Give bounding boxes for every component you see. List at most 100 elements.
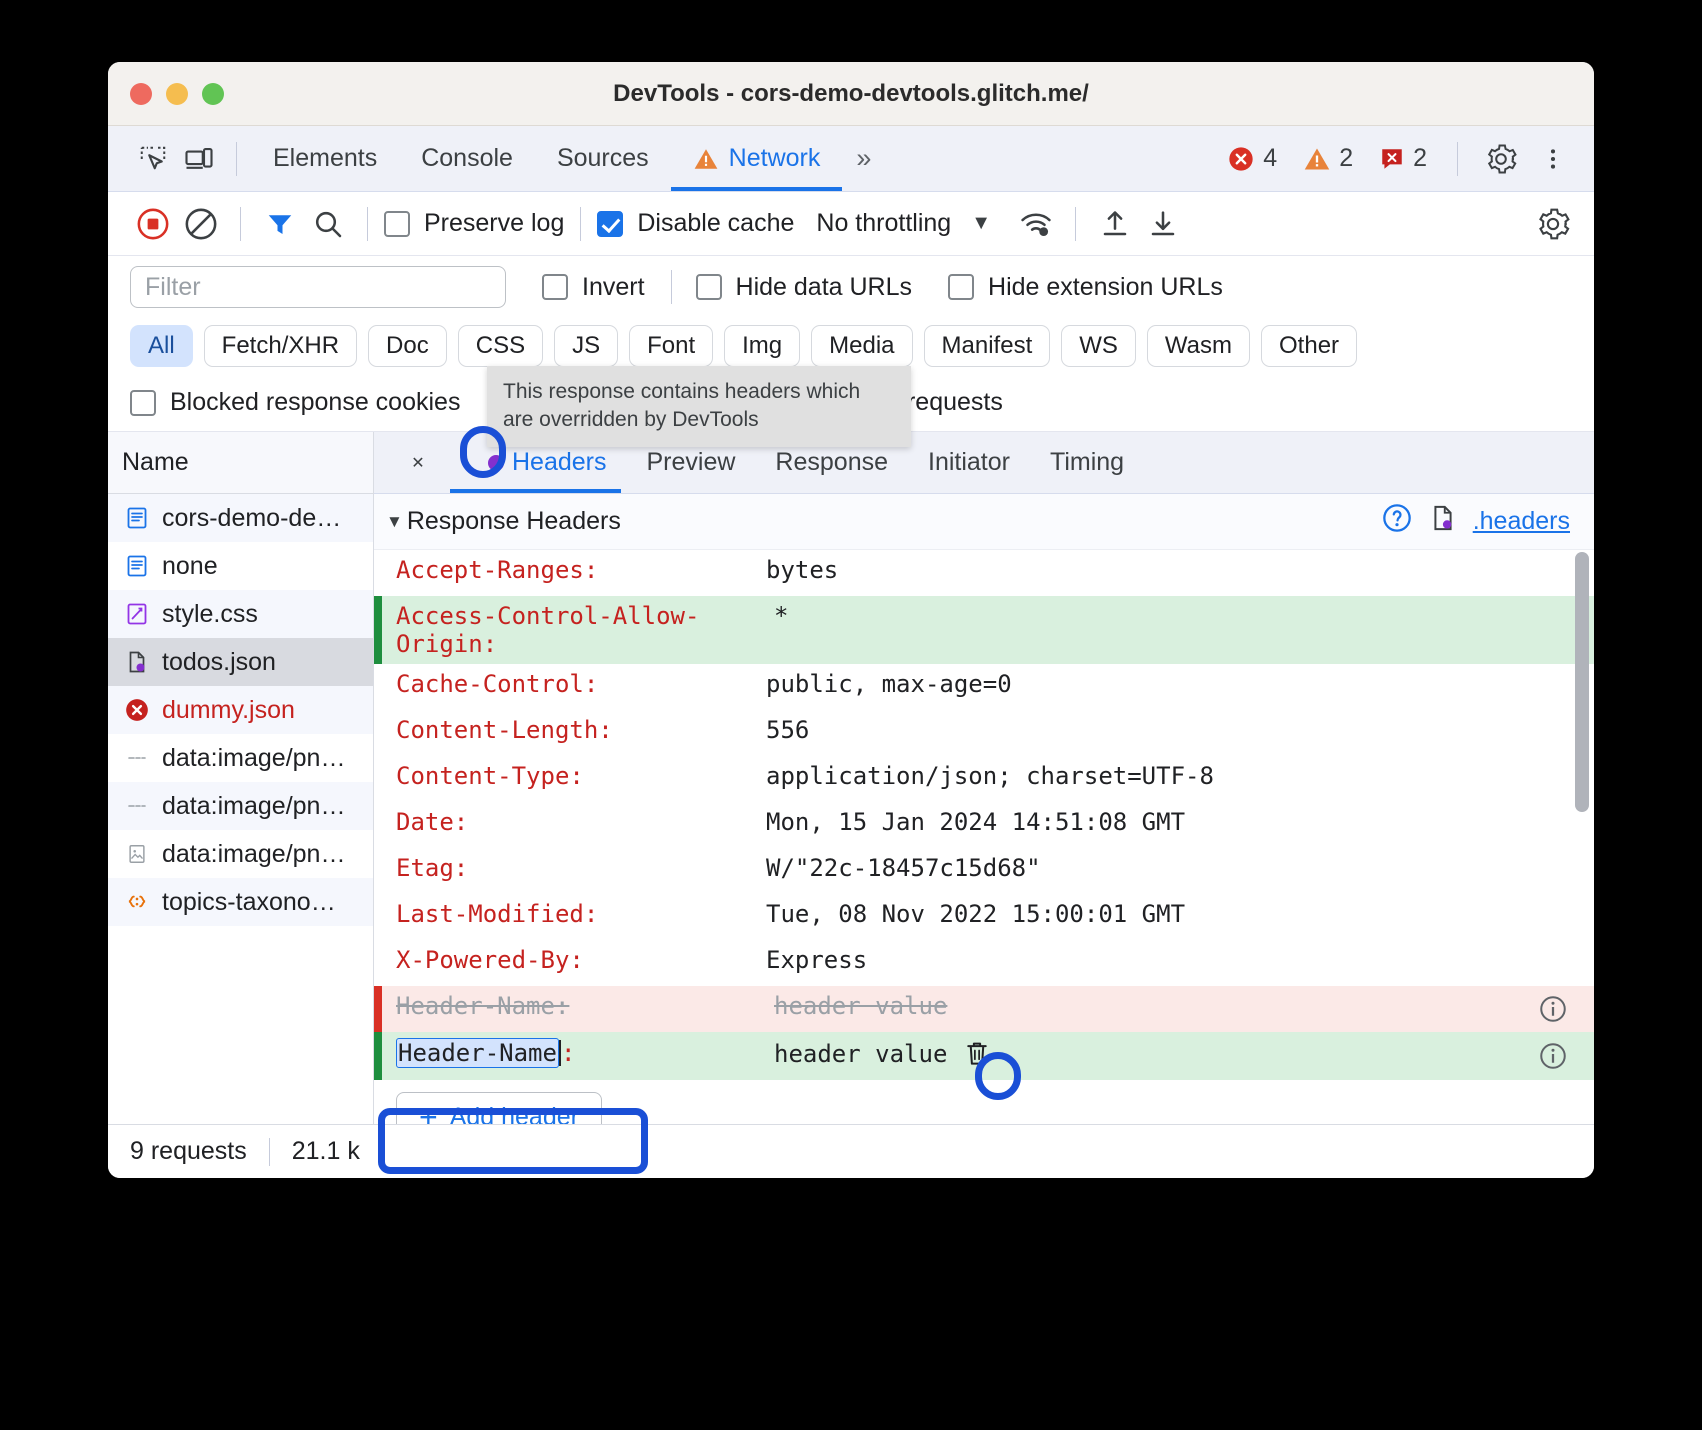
list-item[interactable]: data:image/pn… xyxy=(108,830,373,878)
minimize-window-button[interactable] xyxy=(166,83,188,105)
headers-file-link[interactable]: .headers xyxy=(1473,507,1570,536)
toolbar-divider-6 xyxy=(1075,207,1076,241)
download-har-icon[interactable] xyxy=(1140,201,1186,247)
device-toolbar-icon[interactable] xyxy=(176,136,222,182)
throttling-select[interactable]: No throttling xyxy=(816,209,951,238)
preserve-log-box[interactable] xyxy=(384,211,410,237)
preserve-log-checkbox[interactable]: Preserve log xyxy=(384,209,564,238)
document-icon xyxy=(124,553,150,579)
info-icon[interactable] xyxy=(1538,994,1568,1024)
clear-icon[interactable] xyxy=(178,201,224,247)
filter-icon[interactable] xyxy=(257,201,303,247)
more-tabs-chevron-icon[interactable]: » xyxy=(842,143,885,174)
chip-all[interactable]: All xyxy=(130,325,193,367)
header-name-input[interactable]: Header-Name xyxy=(396,1038,559,1068)
requests-list: cors-demo-de… none xyxy=(108,494,373,1124)
chip-js[interactable]: JS xyxy=(554,325,618,367)
chip-doc[interactable]: Doc xyxy=(368,325,447,367)
invert-box[interactable] xyxy=(542,274,568,300)
chip-ws[interactable]: WS xyxy=(1061,325,1136,367)
close-window-button[interactable] xyxy=(130,83,152,105)
trash-icon[interactable] xyxy=(962,1038,1002,1074)
header-value-editable[interactable]: header value xyxy=(774,1038,1594,1074)
gear-icon[interactable] xyxy=(1478,136,1524,182)
header-row: Last-Modified: Tue, 08 Nov 2022 15:00:01… xyxy=(374,894,1594,940)
search-icon[interactable] xyxy=(305,201,351,247)
window-controls[interactable] xyxy=(108,83,224,105)
upload-har-icon[interactable] xyxy=(1092,201,1138,247)
tab-network[interactable]: Network xyxy=(671,126,843,191)
requests-column-header: Name xyxy=(108,432,373,494)
network-settings-gear-icon[interactable] xyxy=(1530,201,1576,247)
network-conditions-icon[interactable] xyxy=(1013,201,1059,247)
inspect-element-icon[interactable] xyxy=(130,136,176,182)
header-name: Header-Name: xyxy=(382,992,774,1020)
filter-input[interactable]: Filter xyxy=(130,266,506,308)
request-detail-pane: ✕ Headers Preview Response Initiator Tim… xyxy=(374,432,1594,1124)
chip-manifest[interactable]: Manifest xyxy=(924,325,1051,367)
list-item[interactable]: style.css xyxy=(108,590,373,638)
record-stop-icon[interactable] xyxy=(130,201,176,247)
more-options-icon[interactable] xyxy=(1530,136,1576,182)
error-counter[interactable]: 4 xyxy=(1217,144,1287,173)
header-name-editable[interactable]: Header-Name: xyxy=(382,1038,774,1068)
chip-font[interactable]: Font xyxy=(629,325,713,367)
tab-timing-label: Timing xyxy=(1050,448,1124,477)
disable-cache-checkbox[interactable]: Disable cache xyxy=(597,209,794,238)
tab-sources[interactable]: Sources xyxy=(535,126,671,191)
warning-counter[interactable]: 2 xyxy=(1293,144,1363,173)
disable-cache-box[interactable] xyxy=(597,211,623,237)
chip-css[interactable]: CSS xyxy=(458,325,543,367)
disable-cache-label: Disable cache xyxy=(637,209,794,238)
blocked-response-cookies-checkbox[interactable]: Blocked response cookies xyxy=(130,388,460,417)
chip-img[interactable]: Img xyxy=(724,325,800,367)
tab-timing[interactable]: Timing xyxy=(1030,432,1144,493)
transferred-size: 21.1 k xyxy=(292,1137,360,1166)
list-item[interactable]: cors-demo-de… xyxy=(108,494,373,542)
header-row-editing[interactable]: Header-Name: header value xyxy=(374,1032,1594,1080)
hide-extension-urls-box[interactable] xyxy=(948,274,974,300)
tab-elements[interactable]: Elements xyxy=(251,126,399,191)
list-item[interactable]: data:image/pn… xyxy=(108,782,373,830)
chip-media[interactable]: Media xyxy=(811,325,912,367)
list-item-dummy-json[interactable]: dummy.json xyxy=(108,686,373,734)
info-icon[interactable] xyxy=(1538,1041,1568,1071)
chevron-down-icon[interactable]: ▼ xyxy=(971,212,991,235)
hide-data-urls-checkbox[interactable]: Hide data URLs xyxy=(696,273,912,302)
chip-other[interactable]: Other xyxy=(1261,325,1357,367)
tab-elements-label: Elements xyxy=(273,144,377,173)
add-header-row: + Add header xyxy=(374,1080,1594,1124)
hide-data-urls-box[interactable] xyxy=(696,274,722,300)
headers-file-icon[interactable] xyxy=(1429,503,1457,540)
response-headers-title: Response Headers xyxy=(407,507,621,536)
preserve-log-label: Preserve log xyxy=(424,209,564,238)
chip-wasm[interactable]: Wasm xyxy=(1147,325,1250,367)
add-header-label: Add header xyxy=(450,1103,579,1125)
add-header-button[interactable]: + Add header xyxy=(396,1092,602,1124)
chip-fetch-xhr[interactable]: Fetch/XHR xyxy=(204,325,357,367)
tab-console[interactable]: Console xyxy=(399,126,535,191)
tab-initiator-label: Initiator xyxy=(928,448,1010,477)
list-item-todos-json[interactable]: todos.json xyxy=(108,638,373,686)
list-item[interactable]: data:image/pn… xyxy=(108,734,373,782)
response-headers-section-header[interactable]: ▼ Response Headers xyxy=(374,494,1594,550)
blocked-response-cookies-box[interactable] xyxy=(130,390,156,416)
hide-extension-urls-checkbox[interactable]: Hide extension URLs xyxy=(948,273,1223,302)
error-circle-icon xyxy=(1227,145,1255,173)
list-item-label: topics-taxono… xyxy=(162,888,336,917)
list-item-label: none xyxy=(162,552,218,581)
title-bar: DevTools - cors-demo-devtools.glitch.me/ xyxy=(108,62,1594,126)
tab-response-label: Response xyxy=(775,448,888,477)
vertical-scrollbar[interactable] xyxy=(1575,552,1589,812)
chevron-down-icon[interactable]: ▼ xyxy=(386,512,403,532)
issues-counter[interactable]: 2 xyxy=(1369,144,1437,173)
issue-badge-icon xyxy=(1379,146,1405,172)
tab-initiator[interactable]: Initiator xyxy=(908,432,1030,493)
invert-checkbox[interactable]: Invert xyxy=(542,273,645,302)
maximize-window-button[interactable] xyxy=(202,83,224,105)
list-item[interactable]: topics-taxono… xyxy=(108,878,373,926)
help-icon[interactable] xyxy=(1381,502,1413,541)
close-icon[interactable]: ✕ xyxy=(396,441,440,485)
list-item[interactable]: none xyxy=(108,542,373,590)
header-row: Date: Mon, 15 Jan 2024 14:51:08 GMT xyxy=(374,802,1594,848)
